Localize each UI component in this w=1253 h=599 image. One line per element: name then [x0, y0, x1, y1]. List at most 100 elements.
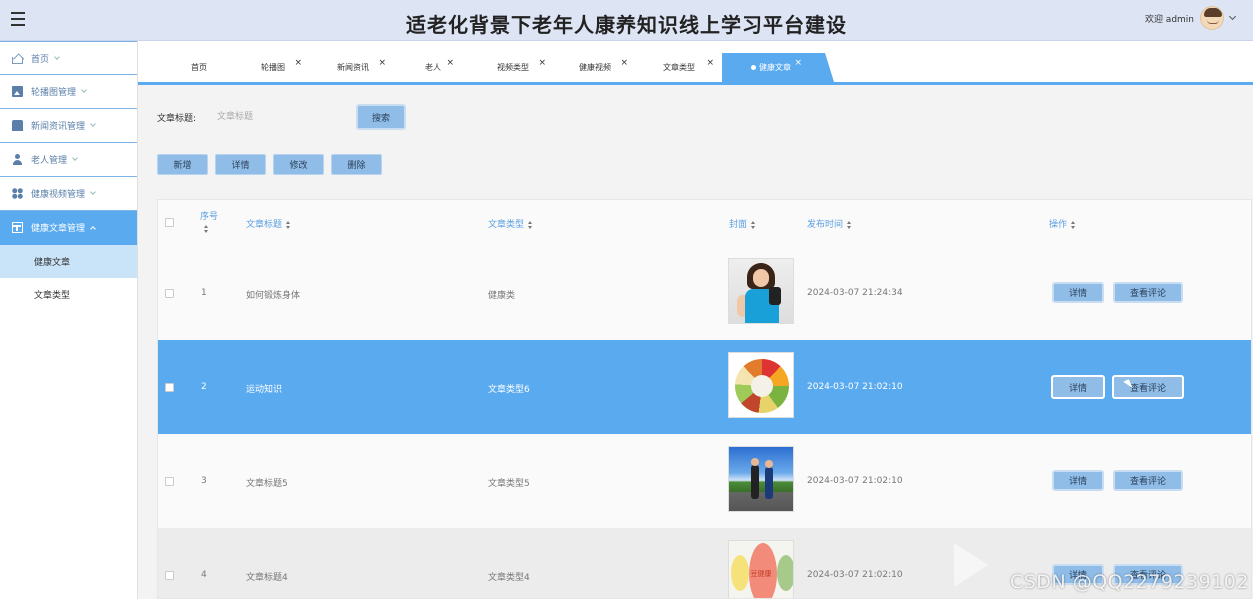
column-header-label: 发布时间 [807, 220, 844, 230]
chevron-up-icon [90, 225, 96, 232]
user-greeting: 欢迎 admin [1144, 14, 1194, 25]
sort-icon[interactable] [286, 220, 291, 229]
column-header-label: 封面 [729, 220, 748, 230]
sidebar-item-news[interactable]: 新闻资讯管理 [0, 109, 137, 143]
row-comments-button[interactable]: 查看评论 [1113, 470, 1183, 491]
edit-button[interactable]: 修改 [273, 154, 324, 175]
search-label: 文章标题: [157, 113, 197, 124]
row-time: 2024-03-07 21:24:34 [807, 288, 903, 298]
row-comments-button[interactable]: 查看评论 [1113, 282, 1183, 303]
column-header-title[interactable]: 文章标题 [246, 217, 291, 230]
row-title: 文章标题4 [246, 573, 288, 583]
sidebar-item-elderly[interactable]: 老人管理 [0, 143, 137, 177]
search-input[interactable] [217, 105, 347, 129]
tab-label: 健康文章 [759, 63, 791, 72]
sidebar-item-carousel[interactable]: 轮播图管理 [0, 75, 137, 109]
row-title: 文章标题5 [246, 479, 288, 489]
row-detail-button[interactable]: 详情 [1051, 375, 1105, 399]
sort-icon[interactable] [528, 220, 533, 229]
row-index: 3 [201, 476, 207, 486]
row-time: 2024-03-07 21:02:10 [807, 476, 903, 486]
row-type: 健康类 [488, 291, 516, 301]
tab-video-type[interactable]: 视频类型 × [472, 53, 554, 82]
row-comments-button[interactable]: 查看评论 [1112, 375, 1184, 399]
tab-home[interactable]: 首页 [164, 53, 234, 82]
chevron-down-icon [54, 53, 60, 60]
sidebar-item-label: 新闻资讯管理 [31, 122, 86, 132]
tab-label: 轮播图 [261, 63, 285, 72]
column-header-label: 文章类型 [488, 220, 525, 230]
main-content: 文章标题: 搜索 新增 详情 修改 删除 序号 文章标题 文章类型 封面 [138, 85, 1253, 599]
sidebar-subitem-health-article[interactable]: 健康文章 [0, 245, 137, 278]
table-row[interactable]: 1 如何锻炼身体 健康类 2024-03-07 21:24:34 详情 查看评论 [158, 246, 1251, 340]
cover-image[interactable] [728, 258, 794, 324]
column-header-ops[interactable]: 操作 [1049, 217, 1076, 230]
tabs-bar: 首页 轮播图 × 新闻资讯 × 老人 × 视频类型 × 健康视频 × 文章类型 … [138, 41, 1253, 85]
table-header: 序号 文章标题 文章类型 封面 发布时间 操作 [158, 200, 1251, 246]
avatar[interactable] [1200, 6, 1224, 30]
column-header-index[interactable]: 序号 [200, 209, 218, 233]
sidebar-subitem-article-type[interactable]: 文章类型 [0, 278, 137, 311]
table-row[interactable]: 2 运动知识 文章类型6 2024-03-07 21:02:10 详情 查看评论 [158, 340, 1251, 434]
add-button[interactable]: 新增 [157, 154, 208, 175]
close-icon[interactable]: × [294, 58, 302, 68]
close-icon[interactable]: × [706, 58, 714, 68]
tab-article-type[interactable]: 文章类型 × [636, 53, 722, 82]
tab-news[interactable]: 新闻资讯 × [312, 53, 394, 82]
row-detail-button[interactable]: 详情 [1052, 470, 1104, 491]
sidebar-item-videos[interactable]: 健康视频管理 [0, 177, 137, 211]
tab-carousel[interactable]: 轮播图 × [234, 53, 312, 82]
column-header-label: 操作 [1049, 220, 1068, 230]
row-checkbox[interactable] [165, 571, 174, 580]
sort-icon[interactable] [751, 220, 756, 229]
watermark-play-icon [950, 541, 998, 589]
table-row[interactable]: 3 文章标题5 文章类型5 2024-03-07 21:02:10 详情 查看评… [158, 434, 1251, 528]
sort-icon[interactable] [204, 225, 209, 233]
sidebar-item-label: 轮播图管理 [31, 88, 77, 98]
sidebar-item-label: 老人管理 [31, 156, 68, 166]
sidebar: 首页 轮播图管理 新闻资讯管理 老人管理 健康视频管理 健康文章管理 健康文章 … [0, 41, 138, 599]
close-icon[interactable]: × [446, 58, 454, 68]
tab-health-video[interactable]: 健康视频 × [554, 53, 636, 82]
chevron-down-icon [81, 87, 87, 93]
select-all-checkbox[interactable] [165, 218, 174, 227]
close-icon[interactable]: × [378, 58, 386, 68]
column-header-type[interactable]: 文章类型 [488, 217, 533, 230]
sort-icon[interactable] [847, 220, 852, 229]
shop-icon [12, 120, 23, 131]
tab-health-article[interactable]: 健康文章 × [722, 53, 834, 82]
grid-icon [12, 188, 23, 199]
sidebar-item-label: 健康视频管理 [31, 190, 86, 200]
cover-image[interactable] [728, 446, 794, 512]
cover-image[interactable] [728, 352, 794, 418]
delete-button[interactable]: 删除 [331, 154, 382, 175]
close-icon[interactable]: × [620, 58, 628, 68]
search-button[interactable]: 搜索 [356, 104, 406, 130]
row-time: 2024-03-07 21:02:10 [807, 382, 903, 392]
chevron-down-icon[interactable] [1228, 12, 1237, 21]
sidebar-item-articles[interactable]: 健康文章管理 [0, 211, 137, 245]
chevron-down-icon [90, 121, 96, 127]
column-header-cover[interactable]: 封面 [729, 217, 756, 230]
user-menu[interactable]: 欢迎 admin [1144, 6, 1237, 30]
row-checkbox[interactable] [165, 383, 174, 392]
row-title: 如何锻炼身体 [246, 291, 301, 301]
close-icon[interactable]: × [794, 58, 802, 68]
tab-elderly[interactable]: 老人 × [394, 53, 472, 82]
detail-button[interactable]: 详情 [215, 154, 266, 175]
close-icon[interactable]: × [538, 58, 546, 68]
sort-icon[interactable] [1071, 220, 1076, 229]
column-header-time[interactable]: 发布时间 [807, 217, 852, 230]
picture-icon [12, 86, 23, 97]
app-title: 适老化背景下老年人康养知识线上学习平台建设 [406, 13, 847, 37]
tab-label: 首页 [191, 63, 207, 72]
row-checkbox[interactable] [165, 289, 174, 298]
cover-image[interactable]: 豆健康 [728, 540, 794, 598]
home-icon [12, 56, 23, 64]
row-index: 1 [201, 288, 207, 298]
row-detail-button[interactable]: 详情 [1052, 282, 1104, 303]
sidebar-item-home[interactable]: 首页 [0, 41, 137, 75]
active-dot-icon [751, 65, 756, 70]
sidebar-item-label: 首页 [31, 54, 50, 65]
row-checkbox[interactable] [165, 477, 174, 486]
